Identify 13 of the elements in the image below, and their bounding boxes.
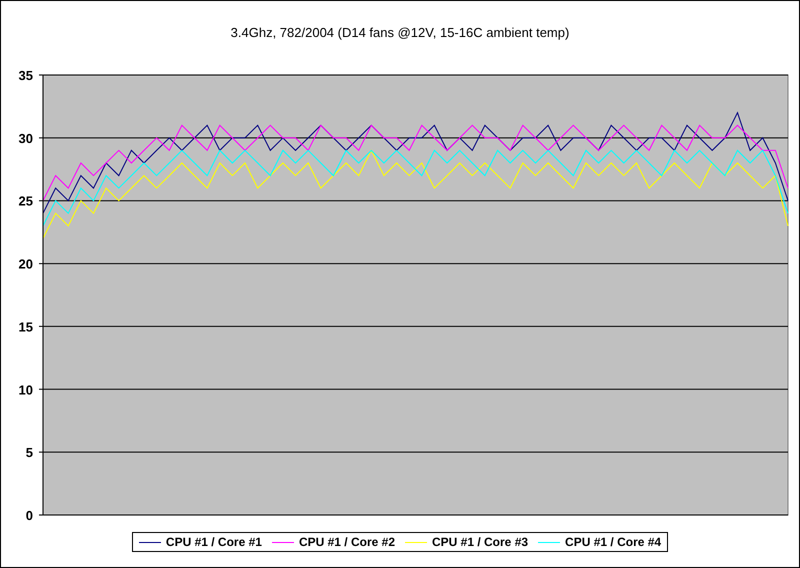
legend-label: CPU #1 / Core #4: [565, 535, 662, 549]
axis-tick-label: 35: [18, 68, 33, 83]
axis-tick-label: 10: [18, 382, 33, 398]
legend-label: CPU #1 / Core #3: [432, 535, 528, 549]
axis-tick-label: 5: [26, 445, 33, 460]
chart-title: 3.4Ghz, 782/2004 (D14 fans @12V, 15-16C ambient temp): [230, 24, 570, 42]
axis-tick-label: 25: [18, 194, 33, 209]
legend-label: CPU #1 / Core #1: [166, 535, 262, 549]
axis-tick-label: 15: [18, 319, 33, 334]
axis-tick-label: 0: [26, 508, 33, 523]
axis-tick-label: 20: [18, 256, 33, 272]
legend-label: CPU #1 / Core #2: [298, 535, 395, 549]
axis-tick-label: 30: [18, 130, 33, 146]
